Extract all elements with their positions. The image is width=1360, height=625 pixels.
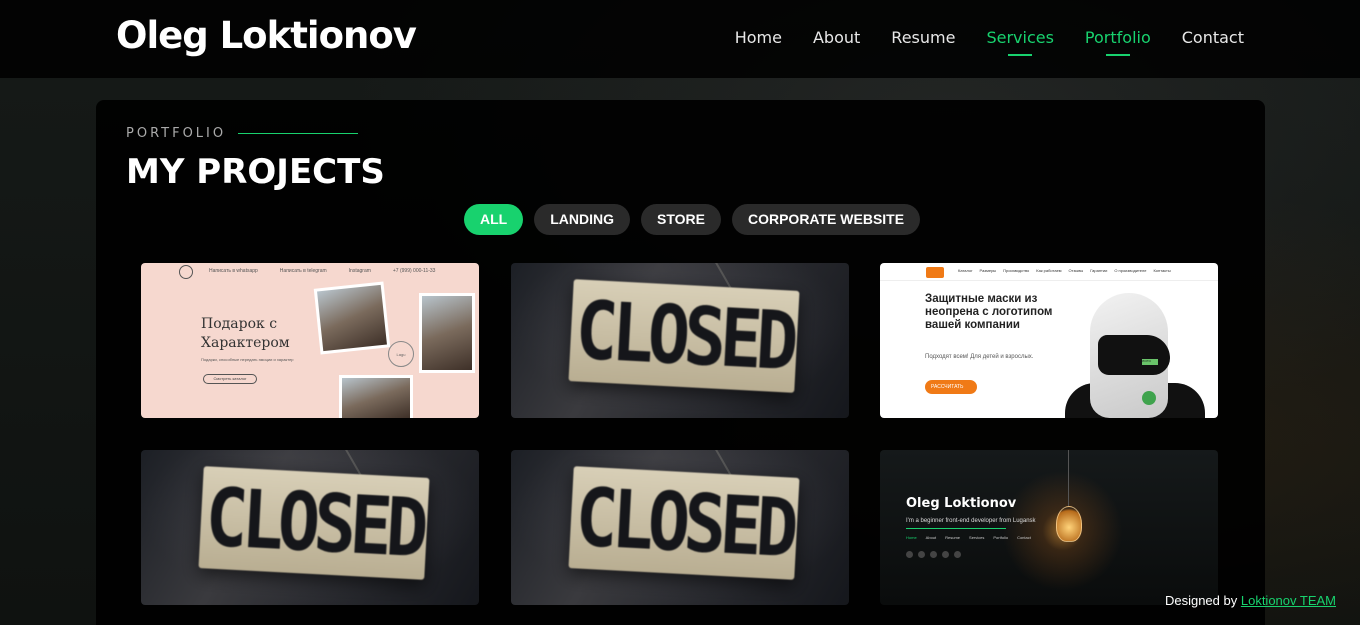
dark-nav-item: Services — [969, 535, 985, 540]
masks-nav-item: Размеры — [979, 268, 997, 273]
gift-topbar-item: Написать в telegram — [279, 268, 327, 274]
dark-nav-item: Portfolio — [993, 535, 1009, 540]
gift-topbar-item: Instagram — [348, 268, 371, 274]
project-card-closed[interactable]: CLOSED — [141, 450, 479, 605]
masks-nav-item: Производство — [1003, 268, 1030, 273]
project-card-closed[interactable]: CLOSED — [511, 450, 849, 605]
masks-nav: Каталог Размеры Производство Как работае… — [958, 268, 1171, 273]
credit-link[interactable]: Loktionov TEAM — [1241, 593, 1336, 608]
dark-logo: Oleg Loktionov — [906, 496, 1017, 511]
site-logo[interactable]: Oleg Loktionov — [116, 14, 417, 57]
dark-subtitle: I'm a beginner front-end developer from … — [906, 518, 1036, 524]
gift-photo — [419, 293, 475, 373]
filter-corporate-website[interactable]: CORPORATE WEBSITE — [731, 204, 921, 235]
masks-badge-icon — [1142, 391, 1156, 405]
filter-landing[interactable]: LANDING — [534, 204, 630, 235]
dark-social-icons — [906, 551, 961, 558]
masks-nav-item: О производителе — [1114, 268, 1147, 273]
masks-title: Защитные маски из неопрена с логотипом в… — [925, 293, 1053, 331]
project-card-portfolio[interactable]: Oleg Loktionov I'm a beginner front-end … — [880, 450, 1218, 605]
masks-nav-item: Отзывы — [1068, 268, 1084, 273]
lightbulb-icon — [1056, 506, 1082, 542]
telegram-icon — [942, 551, 949, 558]
masks-nav-item: Как работаем — [1036, 268, 1062, 273]
filter-store[interactable]: STORE — [641, 204, 721, 235]
footer-credit: Designed by Loktionov TEAM — [1165, 593, 1336, 608]
gift-title: Подарок с Характером — [201, 316, 290, 351]
site-header: Oleg Loktionov Home About Resume Service… — [0, 0, 1360, 78]
gift-subtitle: Подарки, способные передать эмоции и хар… — [201, 357, 294, 362]
bulb-cord — [1068, 450, 1069, 506]
project-card-closed[interactable]: CLOSED — [511, 263, 849, 418]
project-card-masks[interactable]: Каталог Размеры Производство Как работае… — [880, 263, 1218, 418]
masks-nav-item: Каталог — [958, 268, 973, 273]
masks-nav-item: Контакты — [1153, 268, 1171, 273]
masks-button: РАССЧИТАТЬ — [925, 380, 977, 394]
section-title: MY PROJECTS — [126, 152, 385, 192]
gift-photo — [339, 375, 413, 418]
dark-nav-item: Contact — [1017, 535, 1031, 540]
closed-sign: CLOSED — [568, 466, 800, 580]
project-card-gift[interactable]: Написать в whatsapp Написать в telegram … — [141, 263, 479, 418]
gift-topbar: Написать в whatsapp Написать в telegram … — [141, 263, 479, 279]
gift-button: Смотреть каталог — [203, 374, 257, 384]
dark-nav-item: Home — [906, 535, 917, 540]
dark-divider — [906, 528, 1006, 529]
masks-logo-icon — [926, 267, 944, 278]
section-label-line — [238, 133, 359, 134]
gift-topbar-item: Написать в whatsapp — [209, 268, 258, 274]
nav-services[interactable]: Services — [986, 28, 1054, 56]
closed-sign: CLOSED — [198, 466, 430, 580]
dark-nav-item: About — [925, 535, 937, 540]
main-nav: Home About Resume Services Portfolio Con… — [704, 28, 1244, 56]
nav-home[interactable]: Home — [735, 28, 782, 56]
mask-logo: ЛОГО — [1142, 359, 1158, 365]
filter-all[interactable]: ALL — [464, 204, 524, 235]
nav-contact[interactable]: Contact — [1182, 28, 1244, 56]
credit-prefix: Designed by — [1164, 593, 1238, 608]
section-label-text: PORTFOLIO — [126, 126, 227, 141]
masks-subtitle: Подходят всем! Для детей и взрослых. — [925, 354, 1034, 360]
nav-portfolio[interactable]: Portfolio — [1085, 28, 1151, 56]
facebook-icon — [918, 551, 925, 558]
dark-nav: Home About Resume Services Portfolio Con… — [906, 535, 1031, 540]
twitter-icon — [906, 551, 913, 558]
nav-about[interactable]: About — [813, 28, 860, 56]
closed-sign-text: CLOSED — [203, 470, 425, 576]
closed-sign: CLOSED — [568, 279, 800, 393]
dark-nav-item: Resume — [945, 535, 961, 540]
gift-topbar-item: +7 (999) 000-11-33 — [392, 268, 436, 274]
closed-sign-text: CLOSED — [573, 470, 795, 576]
mask-shape — [1098, 335, 1170, 375]
closed-sign-text: CLOSED — [573, 283, 795, 389]
gift-stamp-icon: Lagu — [388, 341, 414, 367]
filter-bar: ALL LANDING STORE CORPORATE WEBSITE — [464, 204, 931, 235]
nav-resume[interactable]: Resume — [891, 28, 955, 56]
instagram-icon — [930, 551, 937, 558]
linkedin-icon — [954, 551, 961, 558]
section-label: PORTFOLIO — [126, 126, 359, 141]
masks-nav-item: Гарантии — [1090, 268, 1108, 273]
gift-photo — [313, 281, 391, 355]
portfolio-panel: PORTFOLIO MY PROJECTS ALL LANDING STORE … — [96, 100, 1265, 625]
